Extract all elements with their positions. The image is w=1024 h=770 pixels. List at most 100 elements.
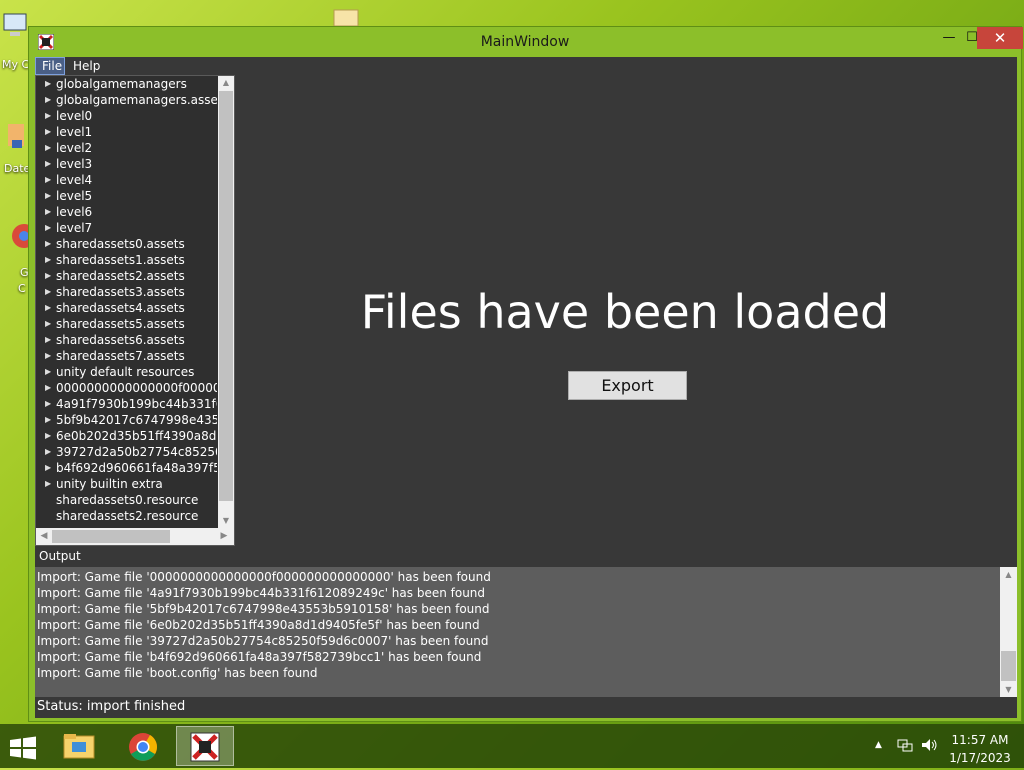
tree-item-label: level0 xyxy=(56,109,93,123)
tree-item[interactable]: ▶ sharedassets1.assets xyxy=(36,252,217,268)
tree-hscroll-thumb[interactable] xyxy=(52,530,170,543)
scroll-up-arrow-icon[interactable]: ▲ xyxy=(218,76,234,90)
expand-arrow-icon[interactable]: ▶ xyxy=(45,236,51,252)
tree-item[interactable]: ▶ level0 xyxy=(36,108,217,124)
menu-help[interactable]: Help xyxy=(67,57,106,75)
tree-item-label: globalgamemanagers.assets xyxy=(56,93,217,107)
tree-item[interactable]: ▶ globalgamemanagers xyxy=(36,76,217,92)
expand-arrow-icon[interactable]: ▶ xyxy=(45,460,51,476)
tree-item[interactable]: ▶ level4 xyxy=(36,172,217,188)
windows-start-icon[interactable] xyxy=(8,736,38,760)
network-icon[interactable] xyxy=(897,737,913,753)
tray-overflow-icon[interactable]: ▲ xyxy=(875,740,882,750)
desktop-icon-chrome[interactable]: G C xyxy=(2,220,36,295)
file-tree[interactable]: ▶ globalgamemanagers ▶ globalgamemanagers.a… xyxy=(36,76,217,528)
tree-item[interactable]: ▶ 5bf9b42017c6747998e43553b xyxy=(36,412,217,428)
expand-arrow-icon[interactable]: ▶ xyxy=(45,108,51,124)
tree-item[interactable]: ▶ level2 xyxy=(36,140,217,156)
output-vertical-scrollbar[interactable]: ▲ ▼ xyxy=(1000,567,1017,697)
tree-item-label: level5 xyxy=(56,189,93,203)
clock-time[interactable]: 11:57 AM xyxy=(940,733,1020,747)
tree-item[interactable]: ▶ 39727d2a50b27754c85250f59 xyxy=(36,444,217,460)
expand-arrow-icon[interactable]: ▶ xyxy=(45,348,51,364)
menu-file[interactable]: File xyxy=(35,57,65,75)
tree-item-label: sharedassets7.assets xyxy=(56,349,185,363)
tree-vertical-scrollbar[interactable]: ▲ ▼ xyxy=(218,76,234,528)
expand-arrow-icon[interactable]: ▶ xyxy=(45,364,51,380)
close-button[interactable]: ✕ xyxy=(977,27,1023,49)
desktop-icon-my-computer[interactable]: My C xyxy=(2,10,30,71)
expand-arrow-icon[interactable]: ▶ xyxy=(45,300,51,316)
title-bar[interactable]: MainWindow — ☐ ✕ xyxy=(29,27,1023,57)
tree-item-label: level6 xyxy=(56,205,93,219)
expand-arrow-icon[interactable]: ▶ xyxy=(45,92,51,108)
tree-item[interactable]: ▶ sharedassets5.assets xyxy=(36,316,217,332)
export-button[interactable]: Export xyxy=(568,371,687,400)
tree-horizontal-scrollbar[interactable]: ◀ ▶ xyxy=(36,528,234,545)
expand-arrow-icon[interactable]: ▶ xyxy=(45,476,51,492)
tree-item[interactable]: ▶ sharedassets7.assets xyxy=(36,348,217,364)
taskbar-mainwindow-app[interactable] xyxy=(176,726,234,766)
expand-arrow-icon[interactable]: ▶ xyxy=(45,284,51,300)
tree-item[interactable]: ▶ sharedassets4.assets xyxy=(36,300,217,316)
output-scroll-down-icon[interactable]: ▼ xyxy=(1000,682,1017,697)
expand-arrow-icon[interactable]: ▶ xyxy=(45,252,51,268)
expand-arrow-icon[interactable]: ▶ xyxy=(45,412,51,428)
expand-arrow-icon[interactable]: ▶ xyxy=(45,204,51,220)
expand-arrow-icon[interactable]: ▶ xyxy=(45,188,51,204)
expand-arrow-icon[interactable]: ▶ xyxy=(45,76,51,92)
tree-item[interactable]: ▶ unity builtin extra xyxy=(36,476,217,492)
tree-item[interactable]: ▶ sharedassets2.assets xyxy=(36,268,217,284)
tree-item[interactable]: ▶ level3 xyxy=(36,156,217,172)
tree-item[interactable]: ▶ level1 xyxy=(36,124,217,140)
tree-item[interactable]: ▶ b4f692d960661fa48a397f5827 xyxy=(36,460,217,476)
tree-item-label: sharedassets3.assets xyxy=(56,285,185,299)
tree-item[interactable]: ▶ sharedassets0.assets xyxy=(36,236,217,252)
expand-arrow-icon[interactable]: ▶ xyxy=(45,220,51,236)
expand-arrow-icon[interactable]: ▶ xyxy=(45,172,51,188)
tree-item[interactable]: ▶ sharedassets3.assets xyxy=(36,284,217,300)
output-scroll-thumb[interactable] xyxy=(1001,651,1016,681)
expand-arrow-icon[interactable]: ▶ xyxy=(45,444,51,460)
clock-date[interactable]: 1/17/2023 xyxy=(940,751,1020,765)
desktop-icon-folder[interactable] xyxy=(332,6,364,27)
expand-arrow-icon[interactable]: ▶ xyxy=(45,268,51,284)
expand-arrow-icon[interactable]: ▶ xyxy=(45,332,51,348)
tree-item[interactable]: sharedassets0.resource xyxy=(36,492,217,508)
tree-item-label: sharedassets2.assets xyxy=(56,269,185,283)
expand-arrow-icon[interactable]: ▶ xyxy=(45,124,51,140)
desktop-label-c: C xyxy=(18,282,26,295)
tree-item-label: 4a91f7930b199bc44b331f612 xyxy=(56,397,217,411)
expand-arrow-icon[interactable]: ▶ xyxy=(45,396,51,412)
tree-item[interactable]: ▶ sharedassets6.assets xyxy=(36,332,217,348)
scroll-left-arrow-icon[interactable]: ◀ xyxy=(36,528,52,545)
desktop-icon-date[interactable]: Date xyxy=(2,120,30,180)
expand-arrow-icon[interactable]: ▶ xyxy=(45,156,51,172)
tree-item[interactable]: ▶ 4a91f7930b199bc44b331f612 xyxy=(36,396,217,412)
tree-item[interactable]: ▶ globalgamemanagers.assets xyxy=(36,92,217,108)
window-title: MainWindow xyxy=(480,34,570,50)
folder-desktop-icon xyxy=(333,9,359,27)
output-scroll-up-icon[interactable]: ▲ xyxy=(1000,567,1017,582)
tree-item[interactable]: ▶ level5 xyxy=(36,188,217,204)
tree-item[interactable]: ▶ level6 xyxy=(36,204,217,220)
output-line: Import: Game file '6e0b202d35b51ff4390a8… xyxy=(37,618,480,632)
expand-arrow-icon[interactable]: ▶ xyxy=(45,380,51,396)
expand-arrow-icon[interactable]: ▶ xyxy=(45,140,51,156)
tree-item[interactable]: ▶ unity default resources xyxy=(36,364,217,380)
scroll-right-arrow-icon[interactable]: ▶ xyxy=(216,528,232,545)
scroll-down-arrow-icon[interactable]: ▼ xyxy=(218,514,234,528)
output-log[interactable]: Import: Game file '0000000000000000f0000… xyxy=(35,567,1017,697)
taskbar-file-explorer[interactable] xyxy=(50,726,108,766)
volume-icon[interactable] xyxy=(921,737,939,753)
tree-item[interactable]: ▶ level7 xyxy=(36,220,217,236)
tree-item[interactable]: ▶ 0000000000000000f000000000 xyxy=(36,380,217,396)
expand-arrow-icon[interactable]: ▶ xyxy=(45,428,51,444)
tree-item[interactable]: sharedassets2.resource xyxy=(36,508,217,524)
output-line: Import: Game file '0000000000000000f0000… xyxy=(37,570,491,584)
tree-scroll-thumb[interactable] xyxy=(219,91,233,501)
chrome-icon xyxy=(129,733,157,761)
expand-arrow-icon[interactable]: ▶ xyxy=(45,316,51,332)
tree-item[interactable]: ▶ 6e0b202d35b51ff4390a8d1d9 xyxy=(36,428,217,444)
taskbar-chrome[interactable] xyxy=(114,726,172,766)
